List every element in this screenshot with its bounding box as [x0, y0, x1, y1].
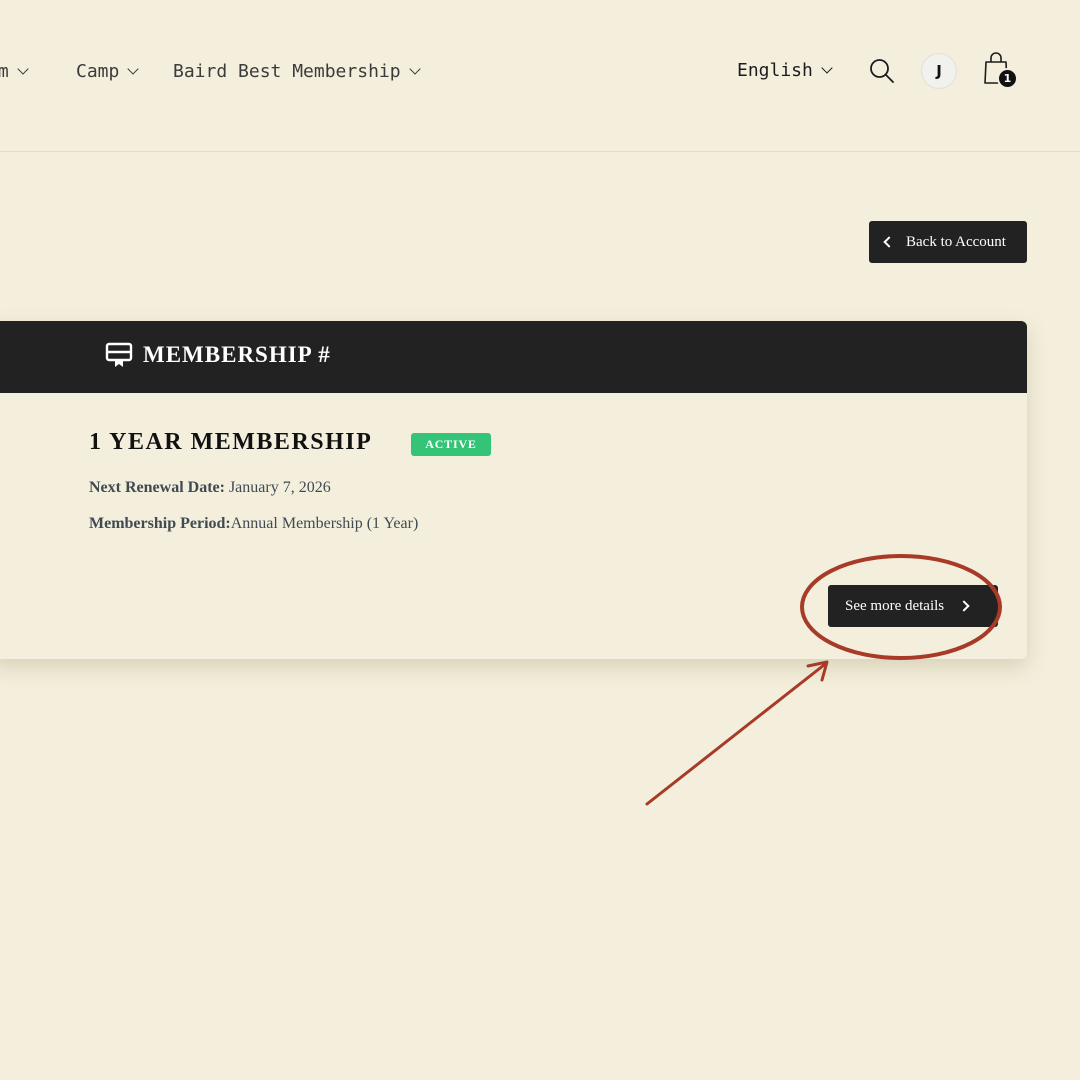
see-more-details-label: See more details	[845, 597, 945, 614]
next-renewal-date: Next Renewal Date: January 7, 2026	[89, 479, 331, 497]
chevron-left-icon	[883, 236, 895, 248]
membership-period: Membership Period:Annual Membership (1 Y…	[89, 515, 418, 533]
chevron-down-icon	[408, 62, 421, 75]
nav-item-label: Baird Best Membership	[173, 60, 401, 82]
nav-item-label: Camp	[76, 60, 120, 82]
certificate-icon	[105, 342, 133, 367]
renewal-value: January 7, 2026	[224, 479, 331, 496]
cart-button[interactable]: 1	[982, 50, 1020, 90]
nav-item-label: om	[0, 60, 9, 82]
language-selector[interactable]: English	[737, 57, 833, 83]
avatar-initial: J	[936, 62, 942, 80]
membership-card-header: MEMBERSHIP #	[0, 321, 1027, 393]
site-header: om Camp Baird Best Membership English J …	[0, 0, 1080, 152]
search-icon	[870, 59, 894, 83]
period-value: Annual Membership (1 Year)	[230, 515, 419, 532]
chevron-down-icon	[127, 62, 140, 75]
chevron-down-icon	[17, 62, 29, 75]
plan-name: 1 YEAR MEMBERSHIP	[89, 429, 373, 455]
membership-header-title: MEMBERSHIP #	[143, 342, 331, 367]
back-to-account-button[interactable]: Back to Account	[869, 221, 1027, 263]
avatar[interactable]: J	[921, 53, 957, 89]
membership-card: MEMBERSHIP # 1 YEAR MEMBERSHIP ACTIVE Ne…	[0, 321, 1027, 659]
membership-card-title: MEMBERSHIP #	[105, 341, 331, 369]
nav-item-room[interactable]: om	[0, 58, 29, 84]
period-label: Membership Period:	[89, 515, 231, 532]
search-button[interactable]	[868, 57, 896, 85]
arrow-head-icon	[806, 660, 829, 682]
cart-count-badge: 1	[997, 68, 1018, 89]
see-more-details-button[interactable]: See more details	[828, 585, 998, 627]
renewal-label: Next Renewal Date:	[89, 479, 225, 496]
nav-item-camp[interactable]: Camp	[76, 58, 140, 84]
back-to-account-label: Back to Account	[906, 233, 1006, 250]
chevron-down-icon	[821, 61, 833, 74]
nav-item-baird-best-membership[interactable]: Baird Best Membership	[173, 58, 421, 84]
status-badge: ACTIVE	[411, 433, 491, 456]
annotation-arrow-line	[645, 663, 826, 806]
chevron-right-icon	[958, 600, 970, 612]
language-label: English	[737, 59, 813, 81]
